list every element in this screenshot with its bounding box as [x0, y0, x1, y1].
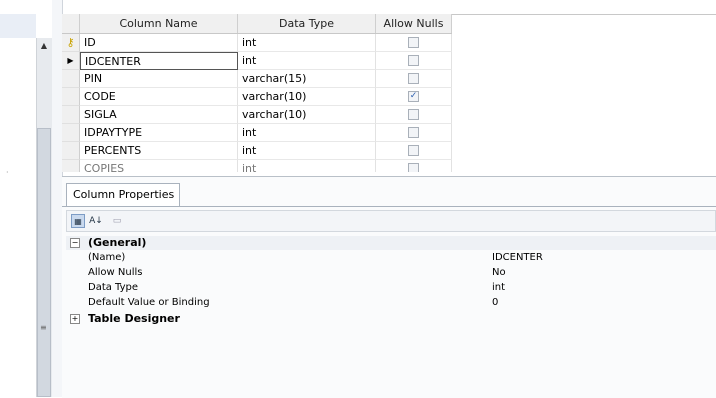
row-selector[interactable] [62, 142, 80, 160]
tab-divider [62, 206, 716, 207]
allow-nulls-checkbox-checked[interactable]: ✓ [408, 90, 419, 102]
category-label: Table Designer [88, 312, 180, 325]
key-icon: ⚷ [66, 36, 75, 49]
table-row[interactable]: COPIES int [62, 160, 452, 172]
property-value[interactable]: int [492, 281, 505, 295]
column-grid: Column Name Data Type Allow Nulls ⚷ ID i… [62, 14, 716, 174]
column-name-header[interactable]: Column Name [80, 14, 238, 33]
allow-nulls-checkbox[interactable] [408, 36, 419, 48]
row-selector[interactable] [62, 106, 80, 124]
column-name-cell[interactable]: CODE [80, 88, 238, 106]
left-panel-marker: · [6, 168, 9, 177]
allow-nulls-cell[interactable] [376, 106, 452, 124]
allow-nulls-cell[interactable] [376, 70, 452, 88]
row-selector[interactable] [62, 70, 80, 88]
column-name-cell[interactable]: ID [80, 34, 238, 52]
property-name: (Name) [88, 252, 126, 263]
column-name-cell[interactable]: IDPAYTYPE [80, 124, 238, 142]
property-row[interactable]: Allow Nulls No [66, 266, 716, 280]
categorized-icon[interactable]: ▦ [71, 214, 85, 228]
data-type-cell[interactable]: int [238, 124, 376, 142]
column-name-cell[interactable]: PERCENTS [80, 142, 238, 160]
column-name-cell[interactable]: IDCENTER [80, 52, 238, 70]
data-type-header[interactable]: Data Type [238, 14, 376, 33]
grid-header: Column Name Data Type Allow Nulls [62, 14, 452, 34]
column-name-cell[interactable]: PIN [80, 70, 238, 88]
allow-nulls-cell[interactable] [376, 34, 452, 52]
allow-nulls-header[interactable]: Allow Nulls [376, 14, 452, 33]
allow-nulls-checkbox[interactable] [408, 126, 419, 138]
table-row[interactable]: PERCENTS int [62, 142, 452, 160]
current-row-arrow-icon: ▶ [67, 56, 74, 65]
category-general[interactable]: − (General) [66, 236, 716, 250]
property-value[interactable]: 0 [492, 296, 498, 310]
row-selector-header [62, 14, 80, 33]
data-type-cell[interactable]: int [238, 160, 376, 172]
table-row[interactable]: IDPAYTYPE int [62, 124, 452, 142]
properties-toolbar: ▦ A↓ ▭ [66, 210, 716, 232]
table-row[interactable]: SIGLA varchar(10) [62, 106, 452, 124]
category-label: (General) [88, 236, 147, 249]
allow-nulls-cell[interactable] [376, 142, 452, 160]
column-name-cell[interactable]: COPIES [80, 160, 238, 172]
allow-nulls-checkbox[interactable] [408, 72, 419, 84]
row-selector[interactable]: ▶ [62, 52, 80, 70]
data-type-cell[interactable]: int [238, 142, 376, 160]
data-type-cell[interactable]: varchar(10) [238, 106, 376, 124]
allow-nulls-checkbox[interactable] [408, 144, 419, 156]
property-row[interactable]: Default Value or Binding 0 [66, 296, 716, 310]
data-type-cell[interactable]: int [238, 52, 376, 70]
property-row[interactable]: (Name) IDCENTER [66, 251, 716, 265]
data-type-cell[interactable]: int [238, 34, 376, 52]
allow-nulls-cell[interactable] [376, 52, 452, 70]
expand-icon[interactable]: + [70, 314, 80, 324]
allow-nulls-checkbox[interactable] [408, 162, 419, 172]
category-table-designer[interactable]: + Table Designer [66, 312, 716, 326]
column-name-cell[interactable]: SIGLA [80, 106, 238, 124]
property-pages-icon[interactable]: ▭ [110, 214, 124, 228]
property-name: Data Type [88, 282, 139, 293]
property-value[interactable]: No [492, 266, 506, 280]
property-name: Default Value or Binding [88, 297, 210, 308]
tab-column-properties[interactable]: Column Properties [66, 183, 180, 207]
table-row[interactable]: ⚷ ID int [62, 34, 452, 52]
row-selector[interactable] [62, 88, 80, 106]
data-type-cell[interactable]: varchar(15) [238, 70, 376, 88]
row-selector[interactable]: ⚷ [62, 34, 80, 52]
property-row[interactable]: Data Type int [66, 281, 716, 295]
table-row[interactable]: ▶ IDCENTER int [62, 52, 452, 70]
scroll-up-icon[interactable]: ▲ [38, 40, 50, 52]
row-selector[interactable] [62, 160, 80, 172]
allow-nulls-checkbox[interactable] [408, 108, 419, 120]
allow-nulls-checkbox[interactable] [408, 54, 419, 66]
grip-icon: ≡ [40, 323, 47, 332]
left-panel-header [0, 14, 36, 38]
row-selector[interactable] [62, 124, 80, 142]
scrollbar-thumb[interactable] [37, 128, 51, 397]
allow-nulls-cell[interactable]: ✓ [376, 88, 452, 106]
property-name: Allow Nulls [88, 267, 143, 278]
collapse-icon[interactable]: − [70, 238, 80, 248]
data-type-cell[interactable]: varchar(10) [238, 88, 376, 106]
allow-nulls-cell[interactable] [376, 124, 452, 142]
property-value[interactable]: IDCENTER [492, 251, 543, 265]
table-row[interactable]: PIN varchar(15) [62, 70, 452, 88]
left-panel: · [0, 0, 36, 397]
allow-nulls-cell[interactable] [376, 160, 452, 172]
alphabetical-sort-icon[interactable]: A↓ [88, 214, 104, 228]
table-row[interactable]: CODE varchar(10) ✓ [62, 88, 452, 106]
